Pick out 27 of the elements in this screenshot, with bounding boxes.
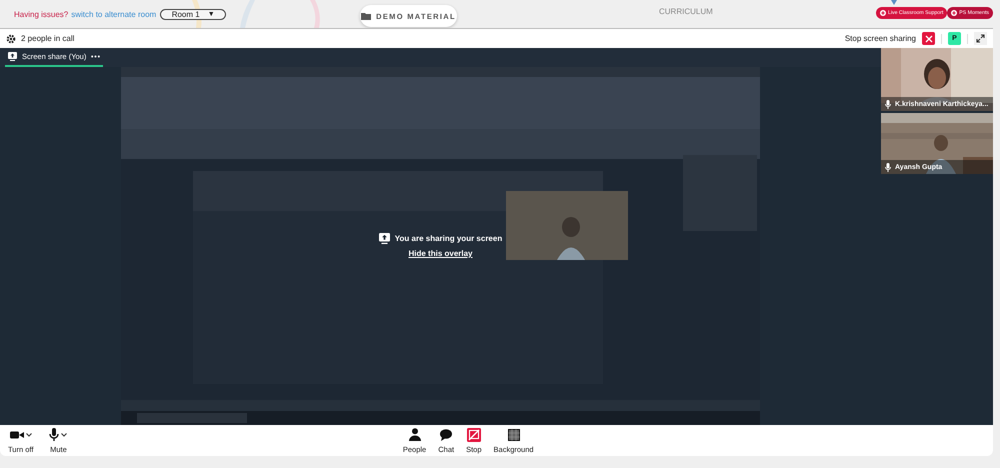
microphone-icon [49, 428, 60, 441]
screen-share-icon [378, 233, 390, 244]
close-icon [924, 34, 932, 42]
screen-share-icon [8, 52, 17, 61]
people-count: 2 people in call [21, 34, 74, 43]
issue-text: Having issues? [14, 10, 68, 18]
caret-icon[interactable] [61, 432, 68, 436]
microphone-icon [885, 162, 891, 172]
stop-share-icon [466, 428, 481, 442]
more-icon[interactable] [91, 55, 100, 58]
microphone-icon [885, 100, 891, 108]
folder-icon [361, 12, 372, 20]
stop-sharing-button[interactable] [922, 32, 935, 45]
hide-overlay-link[interactable]: Hide this overlay [408, 249, 473, 258]
sharing-message: You are sharing your screen [394, 234, 502, 243]
person-icon [408, 428, 421, 441]
background-icon [508, 428, 520, 440]
settings-icon[interactable] [6, 34, 16, 44]
fullscreen-button[interactable] [974, 32, 987, 45]
marker-icon [891, 0, 897, 5]
plus-circle-icon [880, 10, 886, 16]
chat-bubble-icon [440, 428, 452, 440]
plus-circle-icon [951, 10, 958, 16]
caret-icon[interactable] [26, 432, 32, 436]
stop-sharing-label: Stop screen sharing [844, 34, 916, 43]
video-camera-icon [10, 430, 24, 440]
expand-icon [976, 34, 985, 43]
